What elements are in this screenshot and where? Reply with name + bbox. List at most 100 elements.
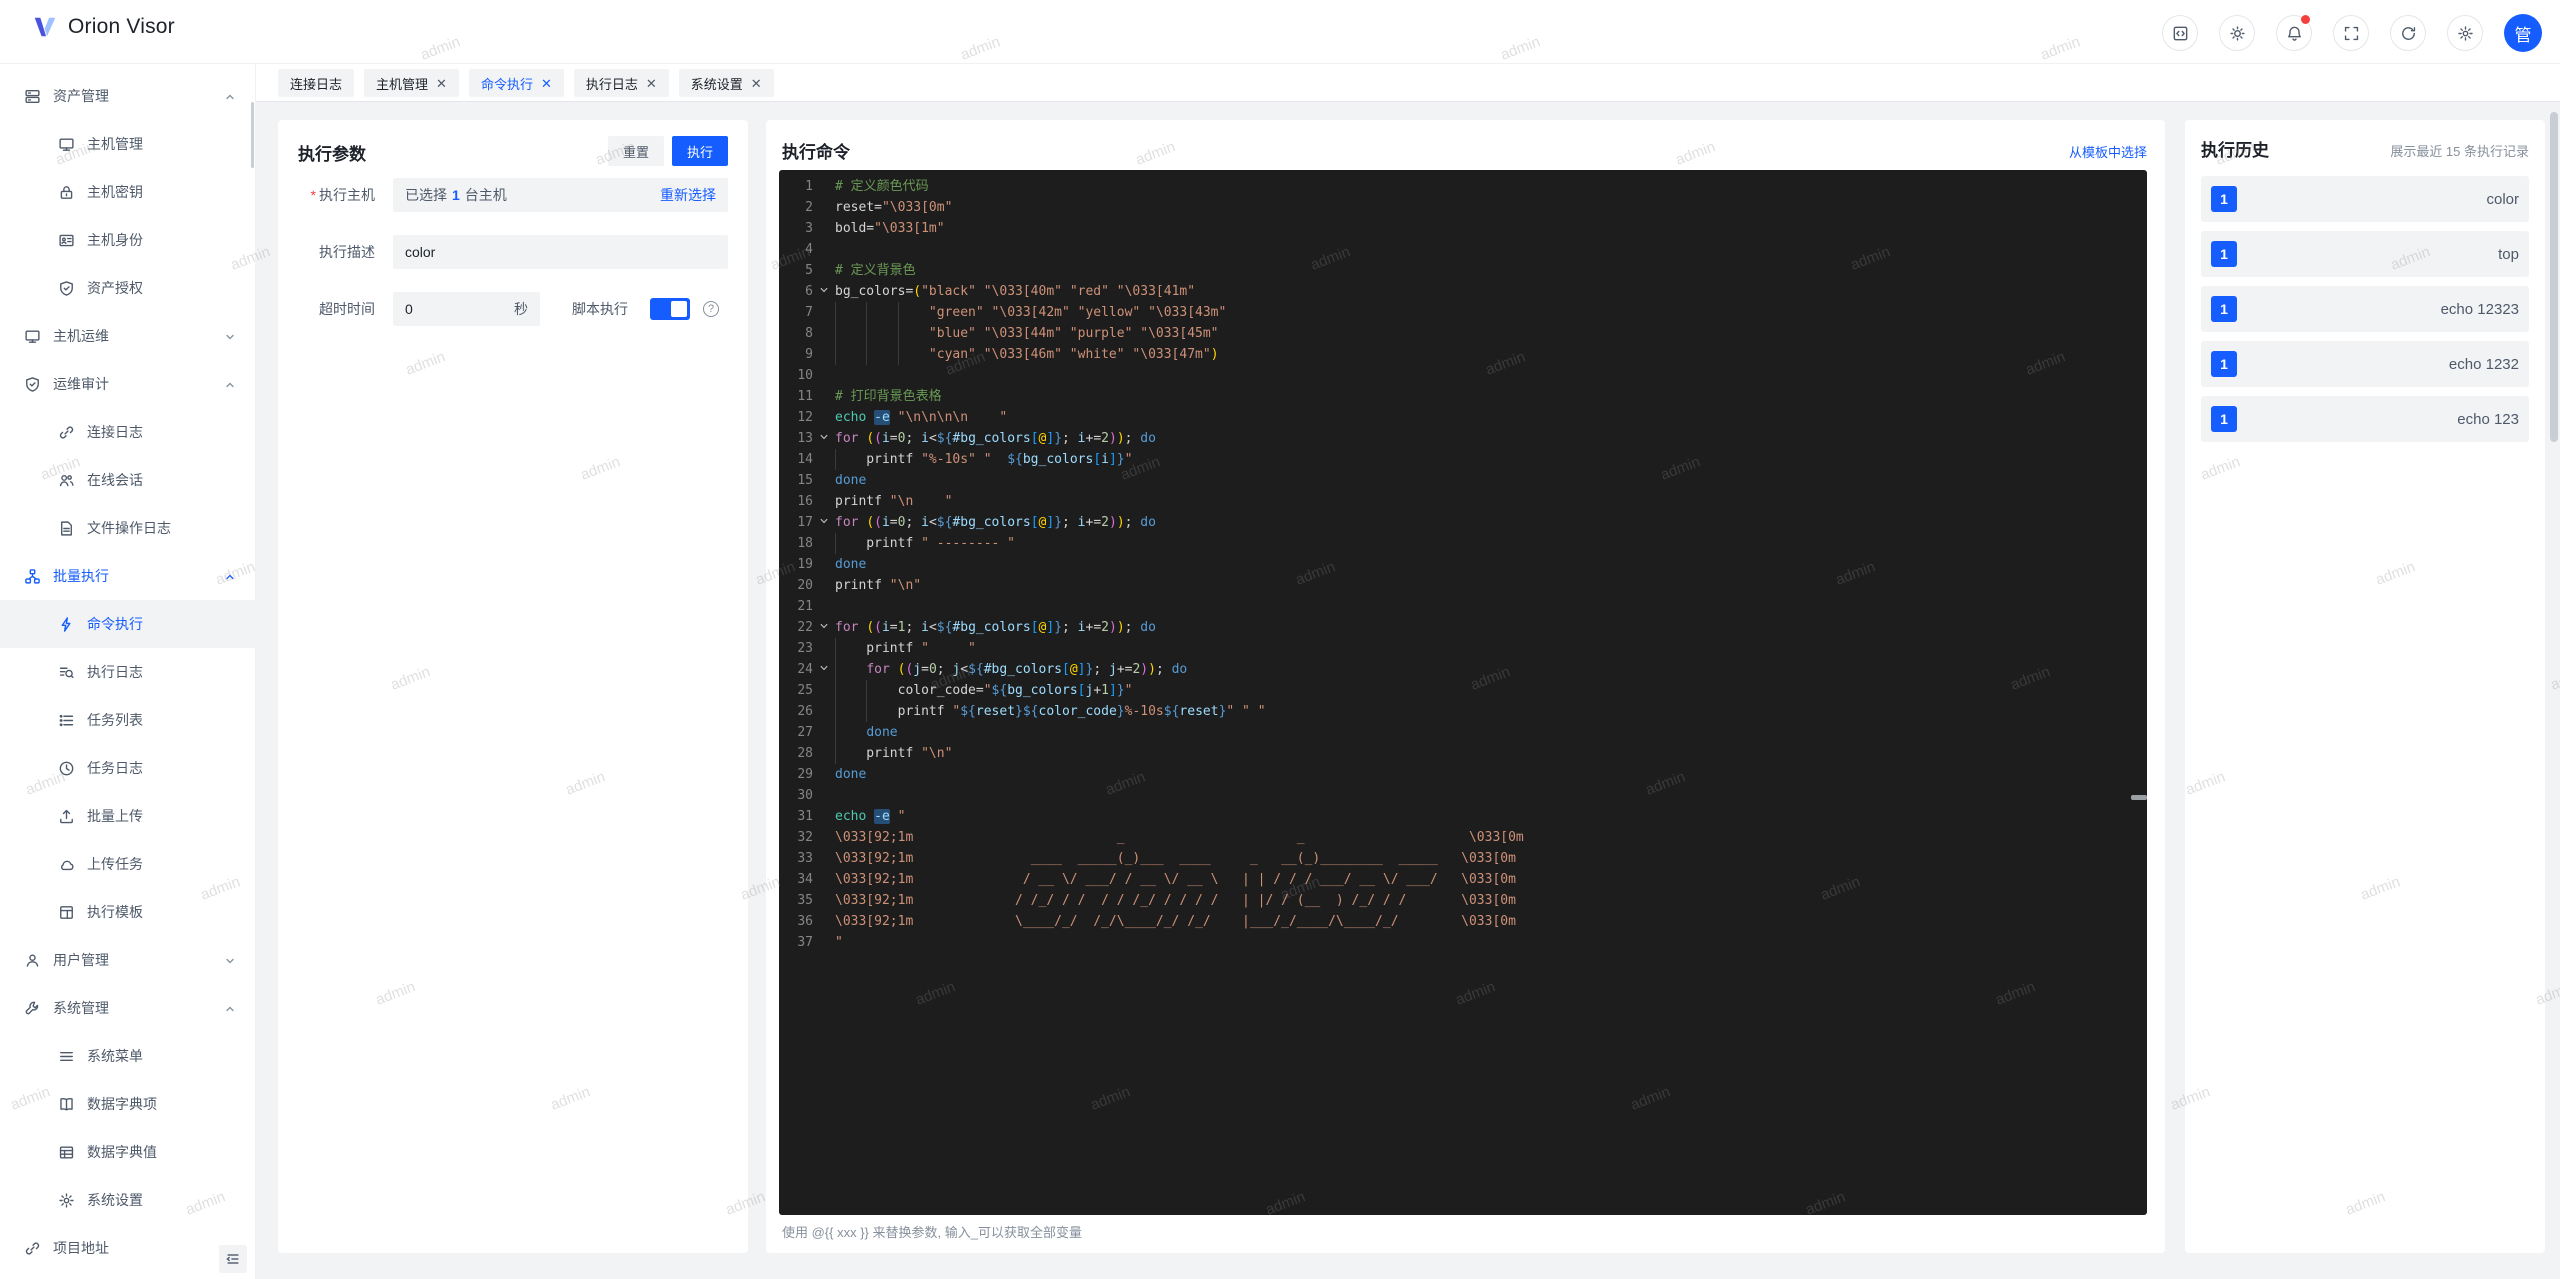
fold-chevron-icon[interactable] [813,428,835,449]
history-item-top[interactable]: 1 top [2201,231,2529,277]
line-number: 9 [805,347,813,362]
dict-value-icon [58,1144,75,1161]
sidebar-collapse-button[interactable] [219,1245,247,1273]
sidebar-item-连接日志[interactable]: 连接日志 [0,408,256,456]
page-scrollbar[interactable] [2550,112,2558,442]
code-line: 15 done [779,470,2147,491]
fold-chevron-icon[interactable] [813,659,835,680]
sidebar-item-数据字典项[interactable]: 数据字典项 [0,1080,256,1128]
history-count-badge: 1 [2211,186,2237,212]
sidebar-item-主机管理[interactable]: 主机管理 [0,120,256,168]
sidebar-item-文件操作日志[interactable]: 文件操作日志 [0,504,256,552]
exec-command-panel: 执行命令 从模板中选择 1 # 定义颜色代码 2 reset="\033[0m" 3 bo… [766,120,2165,1253]
sidebar-item-执行日志[interactable]: 执行日志 [0,648,256,696]
refresh-icon[interactable] [2390,15,2426,51]
code-line: 37 " [779,932,2147,953]
tab-系统设置[interactable]: 系统设置 ✕ [678,69,774,97]
code-square-icon[interactable] [2162,15,2198,51]
sidebar-item-主机运维[interactable]: 主机运维 [0,312,256,360]
code-line: 22 for ((i=1; i<${#bg_colors[@]}; i+=2));… [779,617,2147,638]
project-link-icon [24,1240,41,1257]
tab-close-icon[interactable]: ✕ [646,77,657,90]
select-from-template-link[interactable]: 从模板中选择 [2069,142,2147,161]
sidebar-item-项目地址[interactable]: 项目地址 [0,1224,256,1272]
lock-icon [58,184,75,201]
sidebar-item-资产授权[interactable]: 资产授权 [0,264,256,312]
sidebar-item-上传任务[interactable]: 上传任务 [0,840,256,888]
sidebar-scrollbar[interactable] [251,102,254,168]
line-number: 24 [797,662,813,677]
exec-log-icon [58,664,75,681]
sidebar-item-系统菜单[interactable]: 系统菜单 [0,1032,256,1080]
fold-chevron-icon[interactable] [813,512,835,533]
chevron-up-icon [224,1002,236,1014]
tab-主机管理[interactable]: 主机管理 ✕ [364,69,459,97]
notification-icon[interactable] [2276,15,2312,51]
reset-button[interactable]: 重置 [607,136,664,166]
help-icon[interactable]: ? [703,301,719,317]
timeout-row: 超时时间 0 秒 脚本执行 ? [278,292,748,326]
sidebar-item-资产管理[interactable]: 资产管理 [0,72,256,120]
sidebar-item-label: 系统管理 [53,1000,109,1016]
host-selected-suffix: 台主机 [464,187,507,203]
sidebar-item-任务列表[interactable]: 任务列表 [0,696,256,744]
task-log-icon [58,760,75,777]
sidebar-item-主机密钥[interactable]: 主机密钥 [0,168,256,216]
sidebar-item-任务日志[interactable]: 任务日志 [0,744,256,792]
fold-chevron-icon[interactable] [813,617,835,638]
sidebar-item-label: 数据字典值 [87,1144,157,1160]
sidebar-item-主机身份[interactable]: 主机身份 [0,216,256,264]
sidebar-item-label: 执行日志 [87,664,143,680]
line-number: 30 [797,788,813,803]
history-subtitle: 展示最近 15 条执行记录 [2390,144,2529,159]
history-item-echo 123[interactable]: 1 echo 123 [2201,396,2529,442]
tab-label: 系统设置 [690,76,743,92]
history-item-color[interactable]: 1 color [2201,176,2529,222]
tab-close-icon[interactable]: ✕ [541,77,552,90]
tab-close-icon[interactable]: ✕ [436,77,447,90]
sidebar-item-命令执行[interactable]: 命令执行 [0,600,256,648]
settings-icon[interactable] [2447,15,2483,51]
editor-scrollbar-thumb[interactable] [2131,795,2147,800]
sidebar-item-系统设置[interactable]: 系统设置 [0,1176,256,1224]
reselect-link[interactable]: 重新选择 [660,185,716,205]
code-line: 28 printf "\n" [779,743,2147,764]
history-item-echo 12323[interactable]: 1 echo 12323 [2201,286,2529,332]
avatar[interactable]: 管 [2504,14,2542,52]
line-number: 13 [797,431,813,446]
dict-item-icon [58,1096,75,1113]
sidebar-item-系统管理[interactable]: 系统管理 [0,984,256,1032]
code-line: 10 [779,365,2147,386]
desc-input[interactable]: color [393,235,728,269]
sidebar-item-批量执行[interactable]: 批量执行 [0,552,256,600]
sidebar-item-label: 命令执行 [87,616,143,632]
sidebar-item-执行模板[interactable]: 执行模板 [0,888,256,936]
theme-icon[interactable] [2219,15,2255,51]
host-selector[interactable]: 已选择 1 台主机 重新选择 [393,178,728,212]
script-exec-toggle[interactable] [650,298,690,320]
code-line: 7 "green" "\033[42m" "yellow" "\033[43m" [779,302,2147,323]
history-count-badge: 1 [2211,241,2237,267]
tab-命令执行[interactable]: 命令执行 ✕ [468,69,564,97]
code-line: 26 printf "${reset}${color_code}%-10s${r… [779,701,2147,722]
fold-chevron-icon[interactable] [813,281,835,302]
tab-连接日志[interactable]: 连接日志 [278,69,355,97]
desc-row: 执行描述 color [278,235,748,269]
history-count-badge: 1 [2211,351,2237,377]
line-number: 29 [797,767,813,782]
sidebar-item-数据字典值[interactable]: 数据字典值 [0,1128,256,1176]
sidebar-item-用户管理[interactable]: 用户管理 [0,936,256,984]
tab-close-icon[interactable]: ✕ [751,77,762,90]
code-line: 24 for ((j=0; j<${#bg_colors[@]}; j+=2))… [779,659,2147,680]
tab-执行日志[interactable]: 执行日志 ✕ [573,69,669,97]
fullscreen-icon[interactable] [2333,15,2369,51]
history-item-echo 1232[interactable]: 1 echo 1232 [2201,341,2529,387]
run-button[interactable]: 执行 [671,136,728,166]
line-number: 10 [797,368,813,383]
timeout-input[interactable]: 0 秒 [393,292,540,326]
sidebar-item-在线会话[interactable]: 在线会话 [0,456,256,504]
sidebar-item-批量上传[interactable]: 批量上传 [0,792,256,840]
code-editor[interactable]: 1 # 定义颜色代码 2 reset="\033[0m" 3 bold="\033[1m"… [779,170,2147,1215]
chevron-down-icon [224,954,236,966]
sidebar-item-运维审计[interactable]: 运维审计 [0,360,256,408]
